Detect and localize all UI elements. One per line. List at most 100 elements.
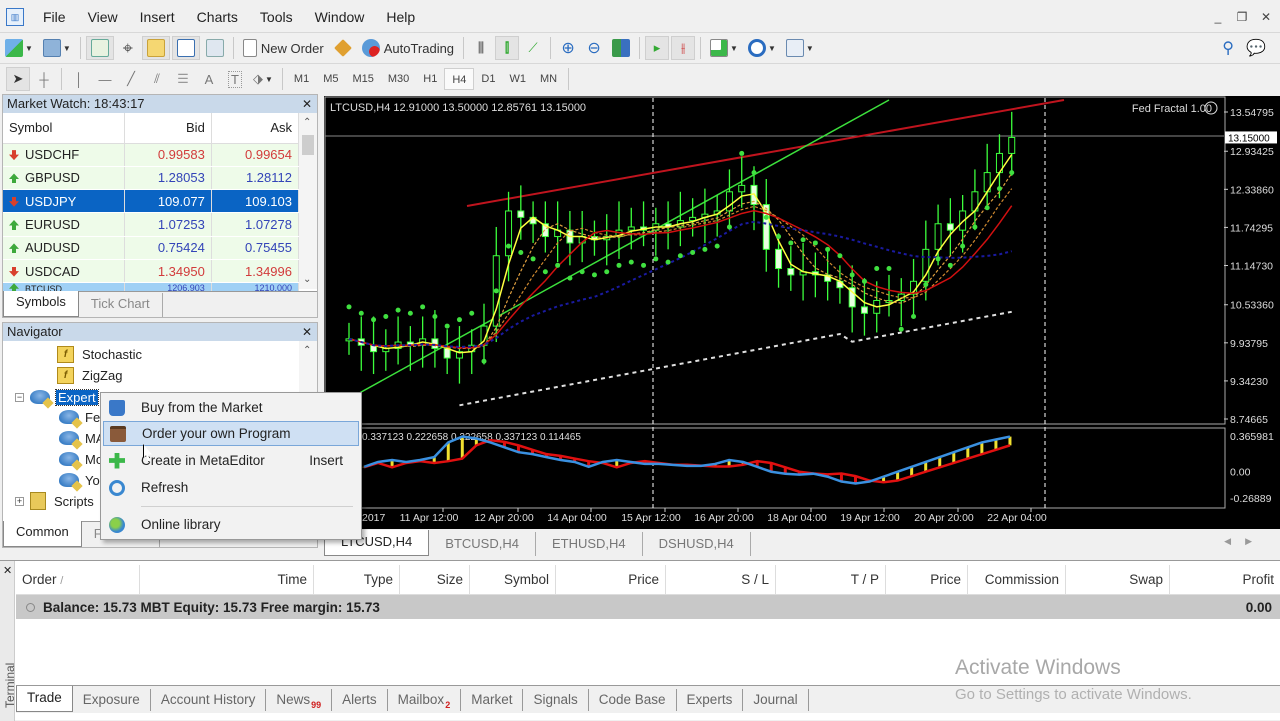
timeframe-mn[interactable]: MN [533,68,564,90]
terminal-tab-market[interactable]: Market [461,689,524,711]
horizontal-line-tool[interactable]: — [93,67,117,91]
market-watch-row[interactable]: AUDUSD 0.75424 0.75455 [3,236,300,260]
menu-help[interactable]: Help [375,9,426,25]
channel-tool[interactable]: ⫽ [145,67,169,91]
periods-button[interactable]: ▼ [744,36,780,60]
column-header-current-price[interactable]: Price [886,565,968,595]
tree-item-expert-advisors[interactable]: − Expert [15,387,99,407]
navigator-button[interactable] [141,36,170,60]
restore-icon[interactable]: ❐ [1232,8,1252,26]
profiles-button[interactable]: ▼ [39,36,75,60]
column-header-tp[interactable]: T / P [776,565,886,595]
market-watch-row[interactable]: GBPUSD 1.28053 1.28112 [3,166,300,191]
close-icon[interactable]: ✕ [302,323,312,341]
indicators-button[interactable]: ▼ [706,36,742,60]
tree-item-expert[interactable]: Fe [59,407,100,427]
tree-item-expert[interactable]: Yo [59,470,100,490]
new-chart-button[interactable]: ▼ [1,36,37,60]
scroll-up-icon[interactable]: ⌃ [303,345,311,356]
menu-tools[interactable]: Tools [249,9,304,25]
chart-tab-ethusd[interactable]: ETHUSD,H4 [536,532,643,556]
scroll-down-icon[interactable]: ⌄ [303,274,311,285]
menu-charts[interactable]: Charts [186,9,249,25]
menu-insert[interactable]: Insert [129,9,186,25]
market-watch-row[interactable]: USDJPY 109.077 109.103 [3,189,300,214]
market-watch-button[interactable] [85,36,114,60]
tab-common[interactable]: Common [3,521,82,547]
new-order-button[interactable]: New Order [239,36,328,60]
terminal-tab-exposure[interactable]: Exposure [73,689,151,711]
close-icon[interactable]: ✕ [3,564,12,577]
tree-item-scripts[interactable]: + Scripts [15,491,94,511]
menu-file[interactable]: File [32,9,77,25]
data-window-button[interactable]: ⌖ [116,36,140,60]
metaeditor-button[interactable] [330,36,356,60]
text-label-tool[interactable]: T [223,67,247,91]
timeframe-w1[interactable]: W1 [502,68,533,90]
timeframe-h4[interactable]: H4 [444,68,475,90]
column-header-ask[interactable]: Ask [211,113,300,144]
chart-tab-dshusd[interactable]: DSHUSD,H4 [643,532,751,556]
tree-item-stochastic[interactable]: f Stochastic [57,344,142,364]
search-button[interactable]: ⚲ [1216,36,1240,60]
menu-item-online-library[interactable]: Online library [103,512,359,537]
column-header-price[interactable]: Price [556,565,666,595]
terminal-tab-news[interactable]: News99 [266,689,333,711]
column-header-bid[interactable]: Bid [124,113,212,144]
market-watch-scrollbar[interactable]: ⌃ ⌄ [299,113,317,289]
timeframe-h1[interactable]: H1 [416,68,444,90]
vertical-line-tool[interactable]: │ [67,67,91,91]
terminal-button[interactable] [171,36,200,60]
crosshair-tool[interactable]: ┼ [32,67,56,91]
terminal-tab-trade[interactable]: Trade [16,686,73,712]
chart-shift-button[interactable]: ⫲ [671,36,696,60]
timeframe-m5[interactable]: M5 [316,68,345,90]
autotrading-button[interactable]: AutoTrading [358,36,458,60]
column-header-commission[interactable]: Commission [968,565,1066,595]
candlestick-button[interactable]: ⫿ [495,36,520,60]
column-header-type[interactable]: Type [314,565,400,595]
column-header-symbol[interactable]: Symbol [3,113,125,144]
trendline-tool[interactable]: ╱ [119,67,143,91]
zoom-out-button[interactable]: ⊖ [582,36,606,60]
tree-item-expert[interactable]: Mo [59,449,103,469]
column-header-swap[interactable]: Swap [1066,565,1170,595]
terminal-tab-account-history[interactable]: Account History [151,689,267,711]
terminal-tab-journal[interactable]: Journal [743,689,809,711]
column-header-time[interactable]: Time [140,565,314,595]
market-watch-row[interactable]: USDCHF 0.99583 0.99654 [3,143,300,167]
chart-tab-btcusd[interactable]: BTCUSD,H4 [429,532,536,556]
terminal-tab-code-base[interactable]: Code Base [589,689,677,711]
close-icon[interactable]: ✕ [1256,8,1276,26]
tree-item-expert[interactable]: MA [59,428,105,448]
chart-window[interactable]: LTCUSD,H4 12.91000 13.50000 12.85761 13.… [324,96,1280,529]
menu-item-order-program[interactable]: Order your own Program [103,421,359,446]
tab-symbols[interactable]: Symbols [3,291,79,317]
tab-scroll-left-icon[interactable]: ◀ [1224,536,1245,546]
menu-window[interactable]: Window [304,9,376,25]
bar-chart-button[interactable]: ⫼ [469,36,493,60]
autoscroll-button[interactable]: ▸ [645,36,670,60]
tab-tick-chart[interactable]: Tick Chart [79,293,163,317]
terminal-tab-alerts[interactable]: Alerts [332,689,388,711]
menu-view[interactable]: View [77,9,129,25]
timeframe-m1[interactable]: M1 [287,68,316,90]
cursor-tool[interactable]: ➤ [6,67,30,91]
tree-item-zigzag[interactable]: f ZigZag [57,365,122,385]
timeframe-m15[interactable]: M15 [345,68,380,90]
price-chart[interactable]: LTCUSD,H4 12.91000 13.50000 12.85761 13.… [324,96,1280,529]
column-header-size[interactable]: Size [400,565,470,595]
strategy-tester-button[interactable] [202,36,228,60]
minimize-icon[interactable]: _ [1208,8,1228,26]
market-watch-row[interactable]: USDCAD 1.34950 1.34996 [3,259,300,284]
balance-row[interactable]: Balance: 15.73 MBT Equity: 15.73 Free ma… [16,595,1280,619]
market-watch-row[interactable]: EURUSD 1.07253 1.07278 [3,212,300,237]
tile-windows-button[interactable] [608,36,634,60]
column-header-symbol[interactable]: Symbol [470,565,556,595]
tab-scroll-right-icon[interactable]: ▶ [1245,536,1266,546]
menu-item-refresh[interactable]: Refresh [103,475,359,500]
timeframe-m30[interactable]: M30 [381,68,416,90]
zoom-in-button[interactable]: ⊕ [556,36,580,60]
terminal-tab-mailbox[interactable]: Mailbox2 [388,689,462,711]
chat-button[interactable]: 💬 [1242,36,1270,60]
